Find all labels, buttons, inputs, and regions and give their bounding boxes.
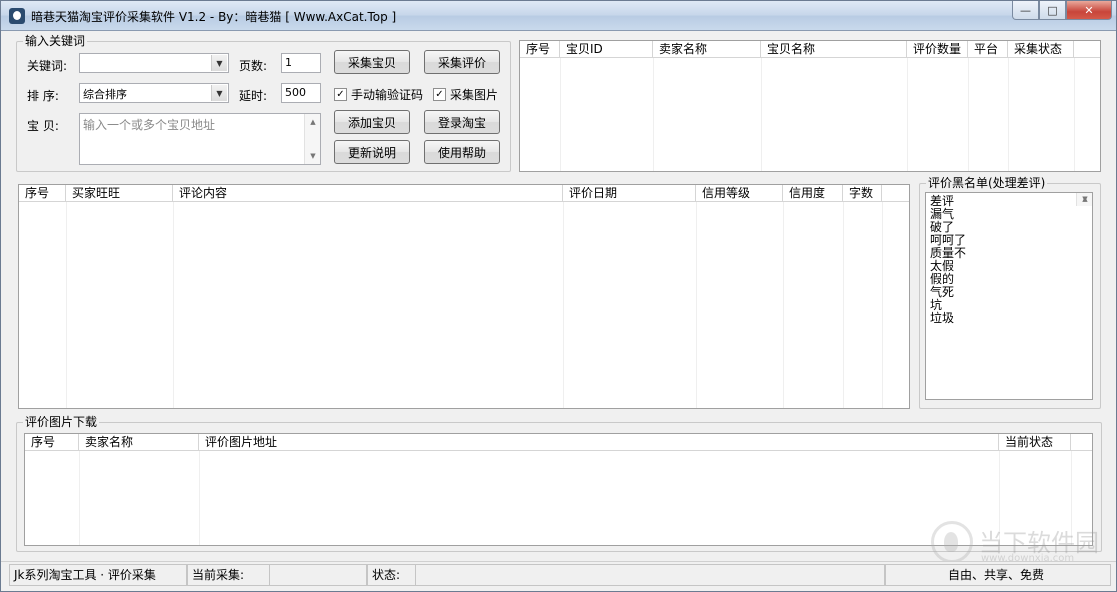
blacklist-legend: 评价黑名单(处理差评): [926, 176, 1048, 190]
grid-line: [1074, 58, 1075, 171]
status-app-name: Jk系列淘宝工具 · 评价采集: [9, 564, 187, 586]
help-button[interactable]: 使用帮助: [424, 140, 500, 164]
status-value: [415, 564, 885, 586]
scroll-down-icon[interactable]: ▼: [1077, 193, 1093, 206]
item-label: 宝 贝:: [27, 119, 59, 133]
maximize-icon: □: [1047, 3, 1058, 17]
window-controls: — □ ✕: [1012, 1, 1112, 21]
login-taobao-button[interactable]: 登录淘宝: [424, 110, 500, 134]
scroll-up-icon[interactable]: ▲: [305, 114, 321, 130]
grid-line: [968, 58, 969, 171]
blacklist-item: 气死: [930, 285, 955, 299]
status-slogan: 自由、共享、免费: [885, 564, 1111, 586]
keywords-legend: 输入关键词: [23, 34, 88, 48]
col-item-id[interactable]: 宝贝ID: [560, 41, 653, 58]
minimize-button[interactable]: —: [1012, 1, 1039, 20]
images-list-header: 序号 卖家名称 评价图片地址 当前状态: [25, 434, 1092, 451]
grid-line: [66, 202, 67, 408]
status-bar: Jk系列淘宝工具 · 评价采集 当前采集: 状态: 自由、共享、免费: [1, 561, 1116, 591]
collect-reviews-button[interactable]: 采集评价: [424, 50, 500, 74]
grid-line: [79, 451, 80, 545]
reviews-listview[interactable]: 序号 买家旺旺 评论内容 评价日期 信用等级 信用度 字数: [18, 184, 910, 409]
sort-label: 排 序:: [27, 89, 59, 103]
blacklist-scrollbar[interactable]: ▲ ▼: [1076, 193, 1092, 206]
col-current-status[interactable]: 当前状态: [999, 434, 1071, 451]
sort-value: 综合排序: [83, 88, 127, 101]
col-credit[interactable]: 信用度: [783, 185, 843, 202]
col-review-content[interactable]: 评论内容: [173, 185, 563, 202]
update-notes-button[interactable]: 更新说明: [334, 140, 410, 164]
item-url-textarea[interactable]: 输入一个或多个宝贝地址 ▲ ▼: [79, 113, 321, 165]
manual-captcha-checkbox[interactable]: ✓ 手动输验证码: [334, 86, 423, 103]
col-review-count[interactable]: 评价数量: [907, 41, 968, 58]
grid-line: [783, 202, 784, 408]
title-bar[interactable]: 暗巷天猫淘宝评价采集软件 V1.2 - By：暗巷猫 [ Www.AxCat.T…: [1, 1, 1116, 31]
collect-images-label: 采集图片: [450, 88, 499, 102]
grid-line: [199, 451, 200, 545]
collect-items-button[interactable]: 采集宝贝: [334, 50, 410, 74]
add-item-button[interactable]: 添加宝贝: [334, 110, 410, 134]
check-icon: ✓: [334, 88, 347, 101]
col-index[interactable]: 序号: [25, 434, 79, 451]
grid-line: [696, 202, 697, 408]
chevron-down-icon[interactable]: ▼: [211, 55, 227, 71]
window-title: 暗巷天猫淘宝评价采集软件 V1.2 - By：暗巷猫 [ Www.AxCat.T…: [31, 10, 397, 24]
col-item-name[interactable]: 宝贝名称: [761, 41, 907, 58]
images-legend: 评价图片下载: [23, 415, 100, 429]
grid-line: [653, 58, 654, 171]
items-listview[interactable]: 序号 宝贝ID 卖家名称 宝贝名称 评价数量 平台 采集状态: [519, 40, 1101, 172]
col-credit-level[interactable]: 信用等级: [696, 185, 783, 202]
col-status[interactable]: 采集状态: [1008, 41, 1074, 58]
col-review-date[interactable]: 评价日期: [563, 185, 696, 202]
pages-label: 页数:: [239, 59, 268, 73]
delay-label: 延时:: [239, 89, 268, 103]
grid-line: [907, 58, 908, 171]
watermark-logo-icon: [931, 521, 973, 563]
col-image-url[interactable]: 评价图片地址: [199, 434, 999, 451]
col-seller[interactable]: 卖家名称: [653, 41, 761, 58]
delay-input[interactable]: 500: [281, 83, 321, 103]
col-char-count[interactable]: 字数: [843, 185, 882, 202]
keyword-label: 关键词:: [27, 59, 68, 73]
close-button[interactable]: ✕: [1066, 1, 1112, 20]
items-list-header: 序号 宝贝ID 卖家名称 宝贝名称 评价数量 平台 采集状态: [520, 41, 1100, 58]
blacklist-textarea[interactable]: 差评 漏气 破了 呵呵了 质量不 太假 假的 气死 坑 垃圾 ▲ ▼: [925, 192, 1093, 400]
grid-line: [1008, 58, 1009, 171]
grid-line: [560, 58, 561, 171]
scroll-down-icon[interactable]: ▼: [305, 148, 321, 164]
col-seller[interactable]: 卖家名称: [79, 434, 199, 451]
minimize-icon: —: [1020, 3, 1031, 17]
check-icon: ✓: [433, 88, 446, 101]
grid-line: [761, 58, 762, 171]
blacklist-item: 垃圾: [930, 311, 955, 325]
col-index[interactable]: 序号: [19, 185, 66, 202]
sort-combobox[interactable]: 综合排序 ▼: [79, 83, 229, 103]
grid-line: [843, 202, 844, 408]
app-cat-icon: [9, 8, 25, 24]
grid-line: [173, 202, 174, 408]
maximize-button[interactable]: □: [1039, 1, 1066, 20]
close-icon: ✕: [1084, 3, 1094, 17]
reviews-list-header: 序号 买家旺旺 评论内容 评价日期 信用等级 信用度 字数: [19, 185, 909, 202]
item-url-placeholder: 输入一个或多个宝贝地址: [83, 118, 216, 132]
col-index[interactable]: 序号: [520, 41, 560, 58]
chevron-down-icon[interactable]: ▼: [211, 85, 227, 101]
col-platform[interactable]: 平台: [968, 41, 1008, 58]
status-current-label: 当前采集:: [187, 564, 269, 586]
collect-images-checkbox[interactable]: ✓ 采集图片: [433, 86, 498, 103]
grid-line: [882, 202, 883, 408]
status-label: 状态:: [367, 564, 415, 586]
grid-line: [563, 202, 564, 408]
col-buyer[interactable]: 买家旺旺: [66, 185, 173, 202]
pages-input[interactable]: 1: [281, 53, 321, 73]
status-current-value: [269, 564, 367, 586]
manual-captcha-label: 手动输验证码: [351, 88, 424, 102]
item-url-scrollbar[interactable]: ▲ ▼: [304, 114, 320, 164]
keyword-combobox[interactable]: ▼: [79, 53, 229, 73]
main-window: 暗巷天猫淘宝评价采集软件 V1.2 - By：暗巷猫 [ Www.AxCat.T…: [0, 0, 1117, 592]
